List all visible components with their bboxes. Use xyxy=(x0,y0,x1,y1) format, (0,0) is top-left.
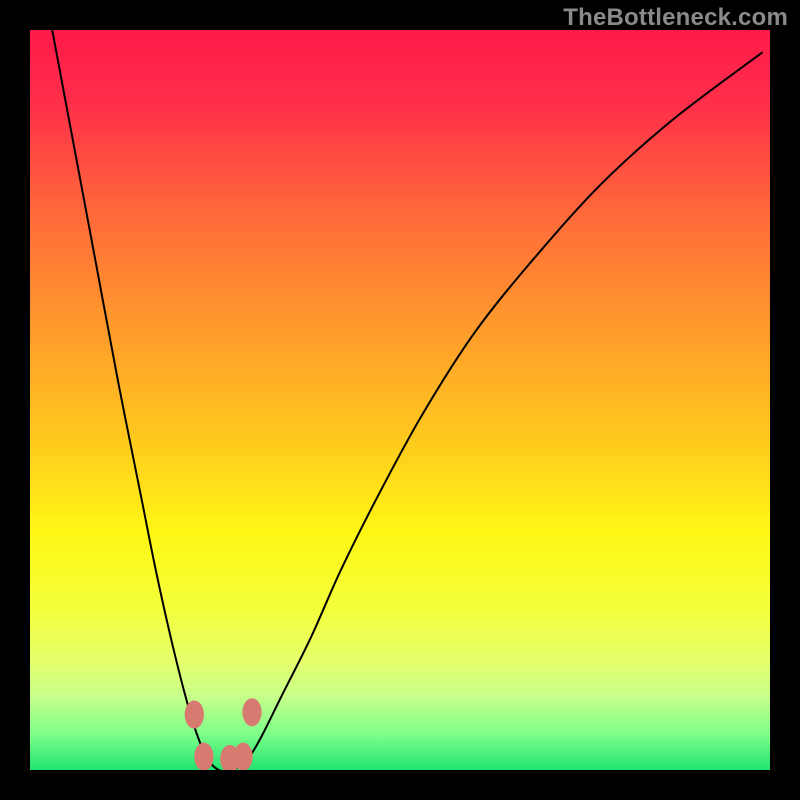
curve-marker-1 xyxy=(194,743,213,770)
bottleneck-curve xyxy=(52,30,762,770)
curve-marker-3 xyxy=(234,743,253,770)
curve-marker-0 xyxy=(185,700,204,728)
chart-frame: TheBottleneck.com xyxy=(0,0,800,800)
attribution-watermark: TheBottleneck.com xyxy=(563,4,788,32)
plot-area xyxy=(30,30,770,770)
curve-marker-4 xyxy=(242,698,261,726)
curve-layer xyxy=(30,30,770,770)
